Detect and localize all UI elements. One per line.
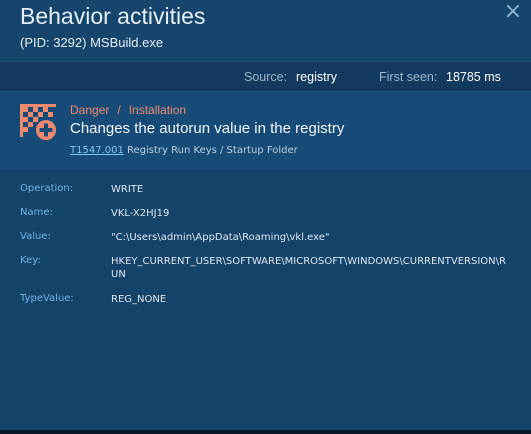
detail-key: TypeValue:	[20, 293, 74, 304]
checkered-flag-plus-icon	[20, 104, 56, 140]
alert-summary: Danger / Installation Changes the autorun …	[0, 92, 531, 170]
source-value: registry	[296, 70, 337, 84]
source-bar: Source: registry First seen: 18785 ms	[0, 61, 531, 92]
alert-breadcrumb: Danger / Installation	[70, 103, 186, 117]
detail-key: Name:	[20, 207, 53, 218]
detail-key: Key:	[20, 255, 41, 266]
detail-key: Value:	[20, 231, 51, 242]
process-subtitle: (PID: 3292) MSBuild.exe	[20, 35, 164, 50]
detail-value: REG_NONE	[111, 294, 167, 305]
detail-value: "C:\Users\admin\AppData\Roaming\vkl.exe"	[111, 232, 330, 243]
mitre-technique: T1547.001 Registry Run Keys / Startup Fo…	[70, 145, 298, 156]
detail-value: VKL-X2HJ19	[111, 208, 170, 219]
close-icon[interactable]: ×	[503, 0, 523, 24]
severity-label: Danger	[70, 103, 110, 117]
dialog-header: Behavior activities (PID: 3292) MSBuild.…	[0, 0, 531, 61]
dialog-title: Behavior activities	[20, 3, 206, 29]
detail-value: WRITE	[111, 184, 144, 195]
technique-id-link[interactable]: T1547.001	[70, 145, 124, 156]
category-label: Installation	[128, 103, 187, 117]
first-seen-label: First seen:	[379, 70, 438, 84]
bottom-edge	[0, 430, 531, 434]
technique-name: Registry Run Keys / Startup Folder	[127, 145, 298, 156]
source-label: Source:	[244, 70, 288, 84]
detail-key: Operation:	[20, 183, 74, 194]
first-seen-value: 18785 ms	[446, 70, 501, 84]
behavior-activities-dialog: Behavior activities (PID: 3292) MSBuild.…	[0, 0, 531, 430]
detail-value: HKEY_CURRENT_USER\SOFTWARE\MICROSOFT\WIN…	[111, 256, 506, 280]
breadcrumb-separator: /	[117, 103, 121, 117]
alert-title: Changes the autorun value in the registr…	[70, 120, 345, 137]
